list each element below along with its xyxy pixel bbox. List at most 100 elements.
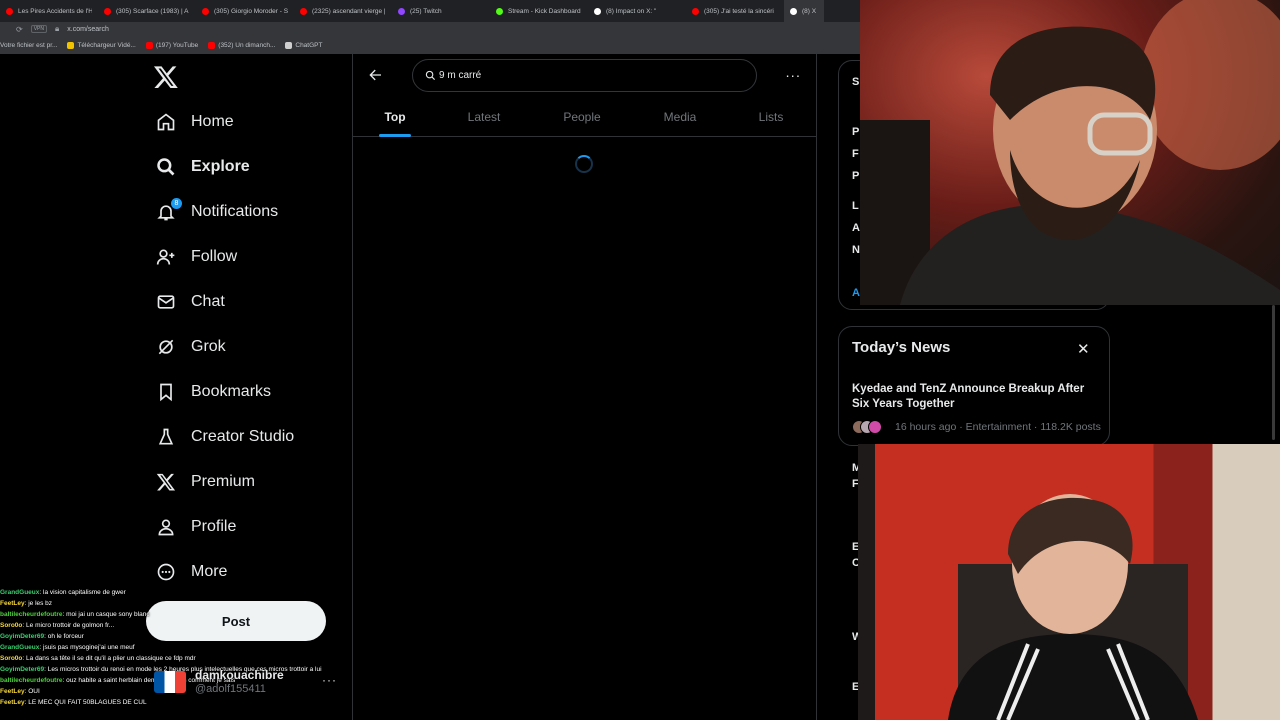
nav-item-more[interactable]: More: [156, 560, 227, 584]
x-logo-icon[interactable]: [153, 64, 179, 90]
nav-item-chat[interactable]: Chat: [156, 290, 225, 314]
account-handle: @adolf155411: [195, 683, 266, 695]
address-bar[interactable]: ⟳ VPN 🔒︎ x.com/search: [0, 22, 860, 36]
nav-item-follow[interactable]: Follow: [156, 245, 237, 269]
search-tabs: Top Latest People Media Lists: [353, 96, 816, 137]
nav-item-grok[interactable]: Grok: [156, 335, 226, 359]
chat-username: GrandGueux: [0, 644, 40, 651]
chat-message: Soro0o: La dans sa tête il se dit qu'il …: [0, 653, 300, 664]
nav-item-home[interactable]: Home: [156, 110, 234, 134]
nav-item-label: Notifications: [191, 203, 279, 220]
search-input[interactable]: 9 m carré: [412, 59, 757, 92]
nav-item-label: Profile: [191, 518, 237, 535]
vpn-badge[interactable]: VPN: [30, 25, 47, 33]
tab-favicon-icon: [496, 7, 503, 15]
scrollbar[interactable]: [1272, 305, 1275, 440]
browser-tab[interactable]: (25) Twitch: [392, 0, 490, 22]
tab-favicon-icon: [202, 7, 209, 15]
tab-title: (8) X: [802, 7, 817, 15]
notification-count-badge: 8: [171, 198, 182, 209]
x-logo-icon: [156, 472, 176, 492]
nav-item-notifications[interactable]: 8 Notifications: [156, 198, 278, 224]
nav-item-label: Chat: [191, 293, 225, 310]
nav-item-label: Explore: [191, 158, 250, 175]
nav-item-label: More: [191, 563, 228, 580]
bookmark-label: Téléchargeur Vidé...: [77, 41, 136, 49]
bookmark-label: ChatGPT: [295, 41, 323, 49]
tab-favicon-icon: [594, 7, 601, 15]
webcam-top: [860, 0, 1280, 305]
tab-media[interactable]: Media: [640, 96, 720, 137]
loading-spinner-icon: [575, 155, 593, 173]
browser-tab[interactable]: Les Pires Accidents de l'H: [0, 0, 98, 22]
tab-title: (2325) ascendant vierge |: [312, 7, 386, 15]
chat-message: GrandGueux: jsuis pas mysoginej'ai une m…: [0, 642, 300, 653]
chat-text: Le micro trottoir de golmon fr...: [26, 622, 115, 629]
bookmark-item[interactable]: ChatGPT: [285, 41, 323, 49]
tab-label: Lists: [758, 109, 784, 124]
todays-news-card: Today’s News ✕ Kyedae and TenZ Announce …: [838, 326, 1110, 446]
follow-icon: [156, 247, 176, 267]
account-more-icon[interactable]: ···: [322, 673, 337, 687]
more-icon: [156, 562, 176, 582]
news-avatars: [852, 420, 888, 434]
browser-tab[interactable]: (8) X: [784, 0, 824, 22]
bookmark-item[interactable]: Téléchargeur Vidé...: [67, 41, 136, 49]
browser-tab[interactable]: (305) J'ai testé la sincéri: [686, 0, 784, 22]
nav-item-premium[interactable]: Premium: [156, 470, 255, 494]
nav-item-label: Creator Studio: [191, 428, 295, 445]
tab-favicon-icon: [6, 7, 13, 15]
search-icon: [156, 157, 176, 177]
bookmark-label: (352) Un dimanch...: [218, 41, 276, 49]
reload-icon[interactable]: ⟳: [16, 25, 23, 34]
chat-username: FeetLey: [0, 600, 25, 607]
tab-lists[interactable]: Lists: [731, 96, 811, 137]
url-text[interactable]: x.com/search: [67, 26, 109, 33]
tab-top[interactable]: Top: [355, 96, 435, 137]
bookmark-item[interactable]: Votre fichier est pr...: [0, 42, 57, 49]
chat-username: Soro0o: [0, 622, 23, 629]
chat-username: GoyimDeter69: [0, 666, 45, 673]
chat-username: Soro0o: [0, 655, 23, 662]
chat-message: Soro0o: Le micro trottoir de golmon fr..…: [0, 620, 300, 631]
close-icon[interactable]: ✕: [1077, 340, 1090, 358]
browser-tab[interactable]: (2325) ascendant vierge |: [294, 0, 392, 22]
chat-text: jsuis pas mysoginej'ai une meuf: [43, 644, 135, 651]
tab-people[interactable]: People: [542, 96, 622, 137]
account-switcher[interactable]: damkouachibre @adolf155411 ···: [154, 665, 344, 695]
news-headline[interactable]: Kyedae and TenZ Announce Breakup After S…: [852, 382, 1102, 412]
tab-title: Stream - Kick Dashboard: [508, 7, 581, 15]
nav-item-profile[interactable]: Profile: [156, 515, 236, 539]
tab-title: (25) Twitch: [410, 7, 442, 15]
nav-item-label: Bookmarks: [191, 383, 272, 400]
browser-tab[interactable]: Stream - Kick Dashboard: [490, 0, 588, 22]
bookmarks-bar: Votre fichier est pr... Téléchargeur Vidé…: [0, 36, 860, 54]
more-options-icon[interactable]: ···: [782, 64, 804, 86]
chat-message: baltilecheurdefoutre: moi jai un casque …: [0, 609, 300, 620]
avatar: [154, 671, 186, 693]
browser-tab[interactable]: (305) Giorgio Moroder - S: [196, 0, 294, 22]
chat-username: GoyimDeter69: [0, 633, 45, 640]
nav-item-explore[interactable]: Explore: [156, 155, 250, 179]
nav-item-bookmarks[interactable]: Bookmarks: [156, 380, 271, 404]
chat-message: FeetLey: LE MEC QUI FAIT 50BLAGUES DE CU…: [0, 697, 300, 708]
tab-latest[interactable]: Latest: [444, 96, 524, 137]
nav-item-creator-studio[interactable]: Creator Studio: [156, 425, 294, 449]
account-name: damkouachibre: [195, 668, 284, 682]
back-arrow-icon[interactable]: [364, 64, 386, 86]
home-icon: [156, 112, 176, 132]
person-icon: [156, 517, 176, 537]
bell-icon: 8: [156, 198, 182, 222]
bookmark-item[interactable]: (352) Un dimanch...: [208, 41, 276, 49]
tab-favicon-icon: [300, 7, 307, 15]
bookmark-item[interactable]: (197) YouTube: [145, 41, 198, 49]
news-meta: 16 hours ago · Entertainment · 118.2K po…: [895, 421, 1101, 433]
browser-tab[interactable]: (305) Scarface (1983) | A: [98, 0, 196, 22]
creator-icon: [156, 427, 176, 447]
main-column: [352, 54, 817, 720]
tab-title: (305) Giorgio Moroder - S: [214, 7, 288, 15]
chat-message: GoyimDeter69: oh le forceur: [0, 631, 300, 642]
search-query[interactable]: 9 m carré: [439, 70, 481, 81]
tab-favicon-icon: [790, 7, 797, 15]
browser-tab[interactable]: (8) Impact on X: ": [588, 0, 686, 22]
